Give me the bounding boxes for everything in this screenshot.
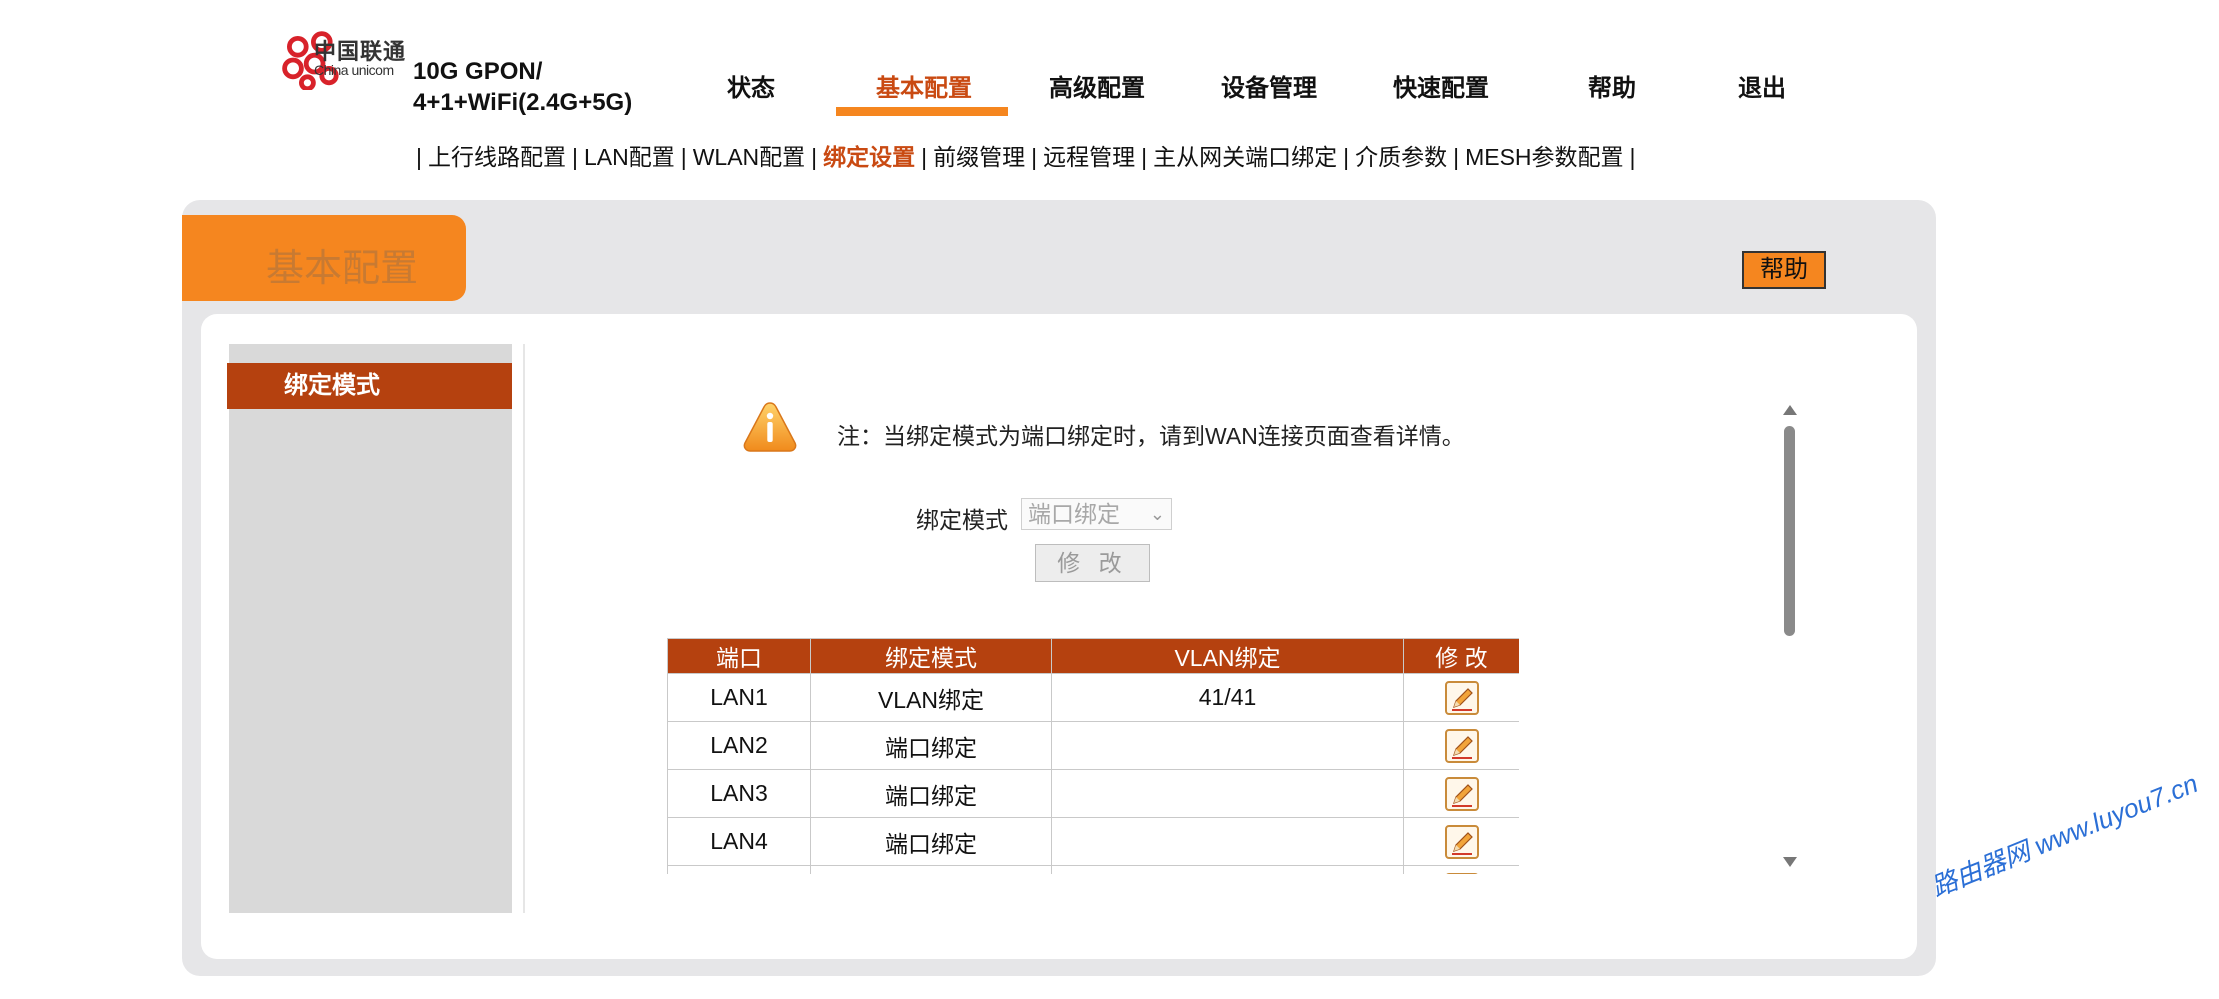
subnav-prefix-management[interactable]: 前缀管理 [933,144,1025,170]
model-line1: 10G GPON/ [413,58,543,85]
cell-port [667,865,811,874]
subnav-separator: | [1629,144,1636,170]
subnav-separator: | [1343,144,1350,170]
header-binding-mode: 绑定模式 [810,638,1052,674]
subnav-uplink-config[interactable]: 上行线路配置 [428,144,566,170]
table-row: LAN4 端口绑定 [667,817,1519,866]
edit-icon[interactable] [1444,776,1480,812]
subnav-wlan-config[interactable]: WLAN配置 [693,144,805,170]
model-line2: 4+1+WiFi(2.4G+5G) [413,89,633,116]
subnav-remote-management[interactable]: 远程管理 [1043,144,1135,170]
cell-vlan: 41/41 [1051,673,1404,722]
cell-mode [810,865,1052,874]
nav-quick-config[interactable]: 快速配置 [1393,68,1489,103]
modify-button[interactable]: 修 改 [1035,544,1150,582]
binding-table: 端口 绑定模式 VLAN绑定 修 改 LAN1 VLAN绑定 41/41 LAN… [667,638,1519,874]
cell-port: LAN4 [667,817,811,866]
table-row: LAN1 VLAN绑定 41/41 [667,673,1519,722]
scroll-up-arrow-icon[interactable] [1783,405,1797,415]
page-title-tab: 基本配置 [182,215,466,301]
table-header-row: 端口 绑定模式 VLAN绑定 修 改 [667,638,1519,674]
cell-edit [1403,721,1519,770]
cell-edit [1403,769,1519,818]
header-vlan-binding: VLAN绑定 [1051,638,1404,674]
cell-port: LAN1 [667,673,811,722]
cell-vlan [1051,769,1404,818]
sidebar-item-binding-mode[interactable]: 绑定模式 [227,363,512,409]
subnav-binding-settings[interactable]: 绑定设置 [823,144,915,170]
binding-table-container: 端口 绑定模式 VLAN绑定 修 改 LAN1 VLAN绑定 41/41 LAN… [667,638,1519,874]
binding-mode-select[interactable]: 端口绑定 ⌄ [1021,498,1172,530]
cell-mode: VLAN绑定 [810,673,1052,722]
nav-status[interactable]: 状态 [727,68,775,103]
nav-device-management[interactable]: 设备管理 [1221,68,1317,103]
cell-vlan [1051,817,1404,866]
header-modify: 修 改 [1403,638,1519,674]
subnav-separator: | [680,144,687,170]
subnav-separator: | [1453,144,1460,170]
cell-vlan [1051,865,1404,874]
help-button[interactable]: 帮助 [1742,251,1826,289]
subnav-lan-config[interactable]: LAN配置 [584,144,675,170]
sidebar-divider [523,344,525,913]
nav-active-underline [836,107,1008,116]
subnav-separator: | [921,144,928,170]
cell-port: LAN3 [667,769,811,818]
cell-mode: 端口绑定 [810,769,1052,818]
cell-edit [1403,865,1519,875]
scrollbar-thumb[interactable] [1784,426,1795,636]
chevron-down-icon: ⌄ [1149,504,1165,524]
binding-note: 注：当绑定模式为端口绑定时，请到WAN连接页面查看详情。 [837,423,1465,449]
edit-icon[interactable] [1444,728,1480,764]
warning-icon [743,402,797,452]
table-row: LAN2 端口绑定 [667,721,1519,770]
subnav-separator: | [416,144,422,170]
subnav-master-slave-port-binding[interactable]: 主从网关端口绑定 [1153,144,1337,170]
binding-mode-value: 端口绑定 [1028,501,1120,527]
header-port: 端口 [667,638,811,674]
cell-port: LAN2 [667,721,811,770]
subnav-separator: | [1031,144,1038,170]
page-title: 基本配置 [266,248,419,290]
watermark-text: 路由器网 www.luyou7.cn [1926,768,2203,903]
subnav-separator: | [811,144,818,170]
table-row: LAN3 端口绑定 [667,769,1519,818]
edit-icon[interactable] [1444,824,1480,860]
table-row [667,865,1519,875]
cell-mode: 端口绑定 [810,817,1052,866]
binding-mode-label: 绑定模式 [916,507,1008,533]
cell-edit [1403,673,1519,722]
cell-mode: 端口绑定 [810,721,1052,770]
subnav-mesh-config[interactable]: MESH参数配置 [1465,144,1623,170]
nav-basic-config[interactable]: 基本配置 [876,68,972,103]
nav-logout[interactable]: 退出 [1738,68,1786,103]
edit-icon[interactable] [1444,872,1480,875]
sub-nav: | 上行线路配置 | LAN配置 | WLAN配置 | 绑定设置 | 前缀管理 | 远程管理 | 主从网关… [410,138,1642,172]
nav-help[interactable]: 帮助 [1588,68,1636,103]
sidebar [229,344,512,913]
subnav-separator: | [571,144,578,170]
model-name: 10G GPON/ 4+1+WiFi(2.4G+5G) [413,56,632,118]
cell-edit [1403,817,1519,866]
edit-icon[interactable] [1444,680,1480,716]
cell-vlan [1051,721,1404,770]
logo-en-text: China unicom [314,62,394,78]
nav-advanced-config[interactable]: 高级配置 [1049,68,1145,103]
subnav-separator: | [1141,144,1148,170]
scroll-down-arrow-icon[interactable] [1783,857,1797,867]
subnav-media-parameters[interactable]: 介质参数 [1355,144,1447,170]
